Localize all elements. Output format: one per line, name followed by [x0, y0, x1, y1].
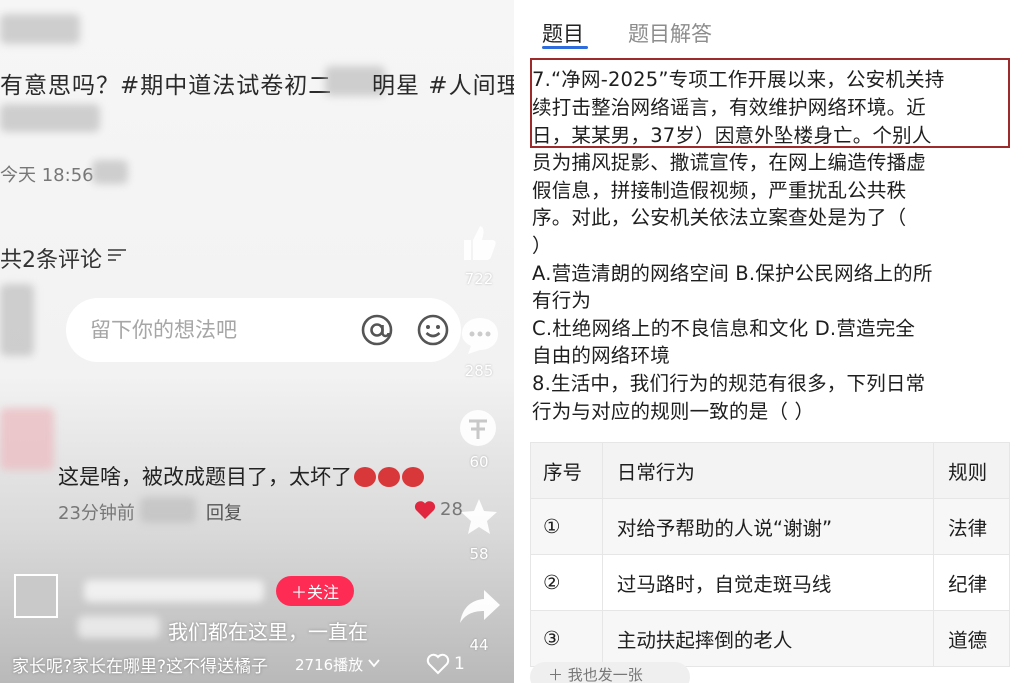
follow-button[interactable]: ＋关注: [276, 576, 354, 606]
heart-icon[interactable]: [414, 500, 436, 520]
blurred-text: [78, 616, 160, 638]
comment-text: 这是啥，被改成题目了，太坏了: [58, 465, 352, 489]
video-bottom-caption: 家长呢?家长在哪里?这不得送橘子: [12, 657, 269, 677]
favorite-count: 58: [469, 545, 489, 563]
table-cell: 纪律: [933, 554, 1010, 611]
bottom-like-count: 1: [454, 654, 465, 674]
question-panel: 题目 题目解答 7.“净网-2025”专项工作开展以来，公安机关持 续打击整治网…: [514, 0, 1024, 683]
avatar: [0, 284, 34, 356]
table-cell: 主动扶起摔倒的老人: [601, 610, 935, 667]
post-reply-button[interactable]: ＋ 我也发一张: [530, 662, 690, 683]
table-cell: 法律: [933, 498, 1010, 555]
comment-bubble-icon[interactable]: [458, 314, 502, 358]
blurred-comment-location: [140, 497, 196, 523]
angry-emoji-icon: [402, 467, 424, 487]
video-comment-panel: 有意思吗？#期中道法试卷初二 明星 #人间理 今天 18:56 共2条评论 这是…: [0, 0, 514, 683]
author-avatar[interactable]: [14, 574, 58, 618]
post-timestamp: 今天 18:56: [0, 165, 94, 186]
comment-input-box[interactable]: [66, 298, 461, 362]
question-line: 续打击整治网络谣言，有效维护网络环境。近: [532, 96, 927, 119]
table-cell: 对给予帮助的人说“谢谢”: [601, 498, 935, 555]
like-thumb-icon[interactable]: [458, 222, 500, 264]
comment-input[interactable]: [90, 298, 350, 362]
option-line: 自由的网络环境: [532, 344, 670, 367]
blurred-author-name: [84, 580, 264, 602]
question-line: 序。对此，公安机关依法立案查处是为了（: [532, 206, 907, 229]
comment-avatar: [0, 408, 54, 470]
table-cell: ②: [530, 554, 603, 611]
table-header: 日常行为: [601, 442, 935, 499]
sort-icon[interactable]: [108, 248, 126, 262]
option-line: 有行为: [532, 289, 592, 312]
emoji-icon[interactable]: [416, 313, 450, 347]
question-line: 日，某某男，37岁）因意外坠楼身亡。个别人: [532, 124, 932, 147]
question-line: ）: [532, 234, 552, 257]
table-row: ① 对给予帮助的人说“谢谢” 法律: [530, 498, 1010, 555]
share-badge-count: 60: [469, 453, 489, 471]
favorite-star-icon[interactable]: [458, 496, 500, 538]
question-line: 7.“净网-2025”专项工作开展以来，公安机关持: [532, 68, 945, 91]
comment-time: 23分钟前: [58, 503, 135, 524]
option-line: C.杜绝网络上的不良信息和文化 D.营造完全: [532, 317, 916, 340]
chevron-down-icon[interactable]: [368, 659, 380, 668]
comments-header: 共2条评论: [0, 248, 102, 273]
table-cell: 过马路时，自觉走斑马线: [601, 554, 935, 611]
question-line: 员为捕风捉影、撒谎宣传，在网上编造传播虚: [532, 151, 927, 174]
angry-emoji-icon: [378, 467, 400, 487]
heart-outline-icon[interactable]: [426, 653, 450, 675]
at-mention-icon[interactable]: [360, 313, 394, 347]
table-cell: ①: [530, 498, 603, 555]
bottom-overlay-text: 我们都在这里，一直在: [168, 620, 368, 644]
question-line: 假信息，拼接制造假视频，严重扰乱公共秩: [532, 179, 907, 202]
table-header-row: 序号 日常行为 规则: [530, 442, 1010, 499]
forward-count: 44: [469, 636, 489, 654]
option-line: A.营造清朗的网络空间 B.保护公民网络上的所: [532, 262, 933, 285]
question-line: 8.生活中，我们行为的规范有很多，下列日常: [532, 372, 926, 395]
video-caption-line1: 有意思吗？#期中道法试卷初二: [0, 73, 333, 99]
table-cell: ③: [530, 610, 603, 667]
blurred-location: [92, 160, 128, 184]
table-header: 序号: [530, 442, 603, 499]
share-badge-icon[interactable]: [458, 408, 498, 448]
table-cell: 道德: [933, 610, 1010, 667]
table-row: ② 过马路时，自觉走斑马线 纪律: [530, 554, 1010, 611]
comment-count: 285: [464, 362, 494, 380]
behavior-rule-table: 序号 日常行为 规则 ① 对给予帮助的人说“谢谢” 法律 ② 过马路时，自觉走斑…: [530, 442, 1010, 683]
play-count: 2716播放: [295, 656, 364, 674]
reply-link[interactable]: 回复: [206, 499, 242, 525]
blurred-username: [0, 14, 80, 44]
forward-arrow-icon[interactable]: [458, 586, 502, 626]
blurred-caption-line2: [0, 104, 100, 132]
tab-question[interactable]: 题目: [542, 18, 584, 48]
angry-emoji-icon: [354, 467, 376, 487]
question-line: 行为与对应的规则一致的是（ ）: [532, 400, 815, 423]
video-caption-line1-tail: 明星 #人间理: [372, 73, 514, 99]
comment-body: 这是啥，被改成题目了，太坏了: [58, 461, 424, 491]
table-row: ③ 主动扶起摔倒的老人 道德: [530, 610, 1010, 667]
tab-answer[interactable]: 题目解答: [628, 18, 712, 48]
table-header: 规则: [933, 442, 1010, 499]
like-count: 722: [464, 270, 494, 288]
tab-active-indicator: [542, 46, 588, 49]
